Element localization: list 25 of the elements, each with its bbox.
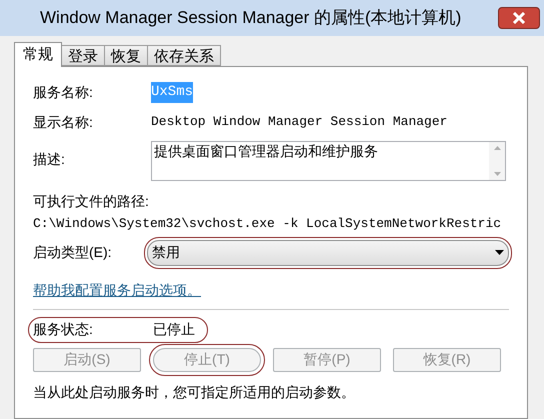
status-value: 已停止 [153,320,196,339]
tab[interactable]: 依存关系 [148,45,221,66]
note-text: 当从此处启动服务时，您可指定所适用的启动参数。 [33,382,355,402]
description-field[interactable]: 提供桌面窗口管理器启动和维护服务 [151,141,506,181]
close-button[interactable] [498,7,540,29]
scrollbar[interactable] [489,142,505,180]
description-text: 提供桌面窗口管理器启动和维护服务 [153,142,379,161]
path-value: C:\Windows\System32\svchost.exe -k LocalSystemNetworkRestric [33,215,502,233]
tab[interactable]: 常规 [14,42,62,67]
window-title: Window Manager Session Manager 的属性(本地计算机) [40,7,462,30]
help-link[interactable]: 帮助我配置服务启动选项。 [33,280,201,300]
tab[interactable]: 登录 [62,45,105,66]
field-label: 服务名称: [33,82,94,102]
field-label: 描述: [33,150,66,169]
field-label: 显示名称: [33,112,94,132]
field-label: 启动类型(E): [33,243,113,262]
display-name-value: Desktop Window Manager Session Manager [151,113,448,132]
tab[interactable]: 恢复 [105,45,148,66]
close-icon [512,12,526,24]
status-label: 服务状态: [33,320,94,339]
service-name-value: UxSms [151,82,194,102]
field-label: 可执行文件的路径: [33,192,149,211]
up-arrow-icon [494,146,500,150]
down-arrow-icon [494,172,500,176]
dropdown-arrow-icon [495,250,504,255]
